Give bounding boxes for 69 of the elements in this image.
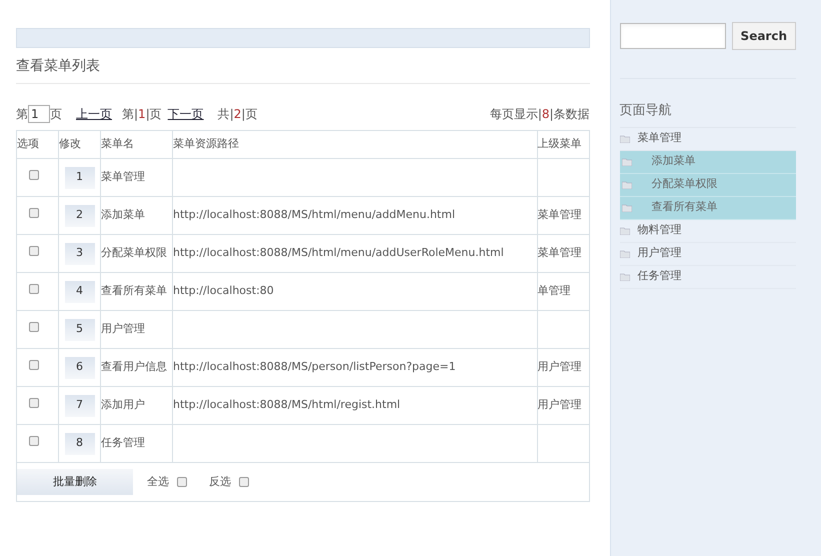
- folder-icon: [620, 226, 630, 234]
- checkbox[interactable]: [28, 398, 38, 408]
- table-cell: 用户管理: [538, 398, 582, 412]
- nav-subitem[interactable]: 添加菜单: [620, 150, 796, 174]
- table-cell: 用户管理: [101, 322, 145, 336]
- edit-button[interactable]: 2: [64, 204, 94, 226]
- edit-button[interactable]: 8: [64, 432, 94, 454]
- table-cell: 用户管理: [538, 360, 582, 374]
- table-cell: http://localhost:8088/MS/html/menu/addMenu.html: [173, 208, 456, 222]
- nav-item[interactable]: 用户管理: [620, 242, 796, 266]
- batch-delete-button[interactable]: 批量删除: [17, 469, 133, 495]
- table-cell: 查看所有菜单: [101, 284, 167, 298]
- folder-icon: [620, 272, 630, 280]
- invert-selection-label: 反选: [209, 474, 231, 490]
- table-cell: http://localhost:8088/MS/html/regist.html: [173, 398, 400, 412]
- edit-button[interactable]: 6: [64, 356, 94, 378]
- checkbox[interactable]: [28, 170, 38, 180]
- table-cell: 任务管理: [101, 436, 145, 450]
- folder-icon: [622, 158, 632, 166]
- table-cell: http://localhost:8088/MS/html/menu/addUserRoleMenu.html: [173, 246, 504, 260]
- edit-button[interactable]: 7: [64, 394, 94, 416]
- table-cell: 单管理: [538, 284, 571, 298]
- checkbox[interactable]: [28, 284, 38, 294]
- nav-subitem[interactable]: 分配菜单权限: [620, 174, 796, 196]
- table-cell: 菜单管理: [538, 246, 582, 260]
- folder-icon: [620, 134, 630, 142]
- total-pages: 共|2|页: [218, 106, 258, 123]
- nav-item[interactable]: 物料管理: [620, 220, 796, 242]
- page-title: 查看菜单列表: [16, 56, 590, 84]
- next-page-link[interactable]: 下一页: [168, 105, 204, 123]
- folder-icon: [622, 204, 632, 212]
- table-cell: http://localhost:80: [173, 284, 274, 298]
- edit-button[interactable]: 1: [64, 166, 94, 188]
- table-cell: 查看用户信息: [101, 360, 167, 374]
- page-input[interactable]: 1: [28, 105, 50, 123]
- checkbox[interactable]: [28, 208, 38, 218]
- column-header: 菜单名: [101, 137, 134, 150]
- column-header: 选项: [17, 137, 39, 150]
- folder-icon: [622, 180, 632, 188]
- nav-title: 页面导航: [620, 101, 796, 128]
- table-cell: 分配菜单权限: [101, 246, 167, 260]
- folder-icon: [620, 250, 630, 258]
- select-all-label: 全选: [147, 474, 169, 490]
- current-page: 第|1|页: [122, 106, 162, 123]
- table-cell: http://localhost:8088/MS/person/listPerson?page=1: [173, 360, 456, 374]
- search-field[interactable]: [620, 23, 726, 49]
- per-page-info: 每页显示|8|条数据: [490, 106, 590, 123]
- table-cell: 菜单管理: [538, 208, 582, 222]
- nav-item[interactable]: 任务管理: [620, 266, 796, 288]
- edit-button[interactable]: 3: [64, 242, 94, 264]
- checkbox[interactable]: [28, 360, 38, 370]
- checkbox[interactable]: [28, 322, 38, 332]
- table-cell: 添加用户: [101, 398, 145, 412]
- nav-subitem[interactable]: 查看所有菜单: [620, 196, 796, 220]
- column-header: 上级菜单: [538, 137, 582, 150]
- checkbox[interactable]: [177, 477, 187, 487]
- checkbox[interactable]: [239, 477, 249, 487]
- edit-button[interactable]: 4: [64, 280, 94, 302]
- page-label: 第: [16, 106, 28, 123]
- table-cell: 添加菜单: [101, 208, 145, 222]
- column-header: 菜单资源路径: [173, 137, 239, 150]
- prev-page-link[interactable]: 上一页: [76, 105, 112, 123]
- checkbox[interactable]: [28, 436, 38, 446]
- search-button[interactable]: Search: [732, 22, 796, 50]
- checkbox[interactable]: [28, 246, 38, 256]
- page-label: 页: [50, 106, 62, 123]
- table-cell: 菜单管理: [101, 170, 145, 184]
- edit-button[interactable]: 5: [64, 318, 94, 340]
- column-header: 修改: [59, 137, 81, 150]
